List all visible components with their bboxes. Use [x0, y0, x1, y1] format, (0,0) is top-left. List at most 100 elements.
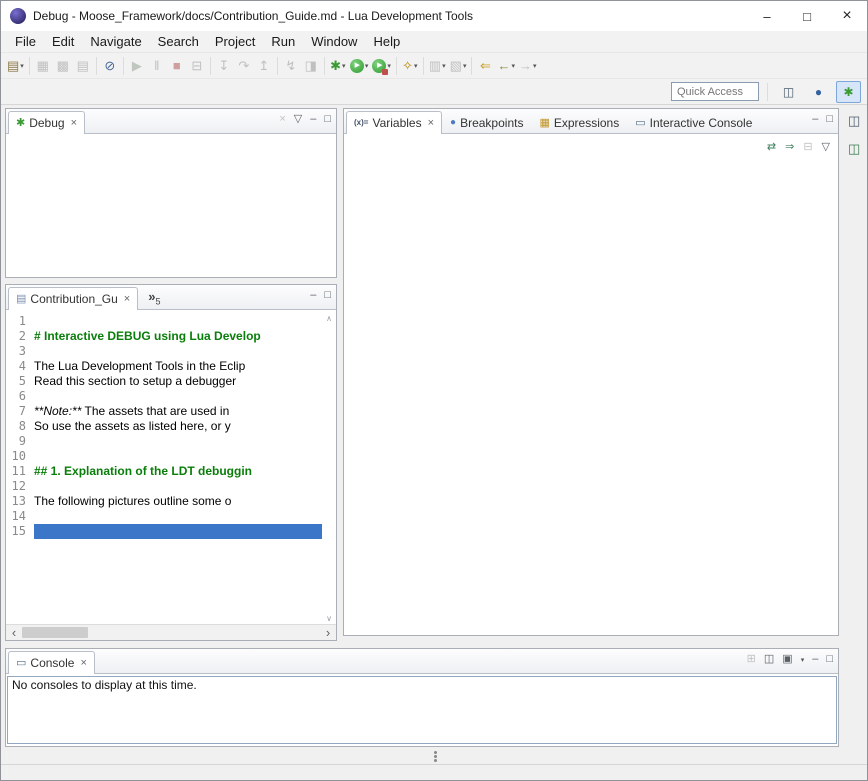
- scroll-right-icon[interactable]: ›: [320, 626, 336, 640]
- menu-help[interactable]: Help: [365, 32, 408, 51]
- editor-line[interactable]: 3: [6, 344, 322, 359]
- tab-expressions[interactable]: ▦ Expressions: [531, 111, 627, 134]
- minimize-icon[interactable]: –: [812, 654, 818, 665]
- tab-contribution-guide[interactable]: ▤ Contribution_Gu ×: [8, 287, 138, 310]
- suspend-button[interactable]: ‖: [147, 55, 167, 77]
- menu-run[interactable]: Run: [263, 32, 303, 51]
- line-text[interactable]: [34, 389, 322, 404]
- drop-to-frame-button[interactable]: ↯: [281, 55, 301, 77]
- ldt-perspective-button[interactable]: ●: [806, 81, 831, 103]
- vertical-scrollbar[interactable]: ∧ ∨: [322, 314, 336, 623]
- maximize-icon[interactable]: □: [826, 114, 833, 125]
- line-text[interactable]: The following pictures outline some o: [34, 494, 322, 509]
- menu-edit[interactable]: Edit: [44, 32, 82, 51]
- close-button[interactable]: ×: [827, 1, 867, 31]
- minimize-icon[interactable]: –: [310, 290, 316, 301]
- restore-view-button-1[interactable]: ◫: [842, 111, 864, 131]
- open-console-dropdown-icon[interactable]: ▣: [782, 654, 792, 665]
- step-into-button[interactable]: ↧: [214, 55, 234, 77]
- open-element-button[interactable]: ▧▾: [448, 55, 469, 77]
- scrollbar-thumb[interactable]: [22, 627, 88, 638]
- maximize-icon[interactable]: □: [826, 654, 833, 665]
- open-perspective-button[interactable]: ◫: [776, 81, 801, 103]
- scroll-up-icon[interactable]: ∧: [326, 314, 332, 323]
- maximize-icon[interactable]: □: [324, 290, 331, 301]
- back-button[interactable]: ←▾: [495, 55, 517, 77]
- collapse-all-icon[interactable]: ⊟: [803, 142, 812, 153]
- line-text[interactable]: The Lua Development Tools in the Eclip: [34, 359, 322, 374]
- resume-button[interactable]: ▶: [127, 55, 147, 77]
- skip-all-breakpoints-button[interactable]: ⊘: [100, 55, 120, 77]
- minimize-icon[interactable]: –: [310, 114, 316, 125]
- editor-line[interactable]: 8So use the assets as listed here, or y: [6, 419, 322, 434]
- close-icon[interactable]: ×: [124, 293, 130, 305]
- step-return-button[interactable]: ↥: [254, 55, 274, 77]
- line-text[interactable]: [34, 344, 322, 359]
- tab-interactive-console[interactable]: ▭ Interactive Console: [627, 111, 760, 134]
- editor-line[interactable]: 12: [6, 479, 322, 494]
- console-output[interactable]: No consoles to display at this time.: [7, 676, 837, 744]
- step-over-button[interactable]: ↷: [234, 55, 254, 77]
- line-text[interactable]: Read this section to setup a debugger: [34, 374, 322, 389]
- line-text[interactable]: [34, 449, 322, 464]
- new-lua-file-button[interactable]: ▥▾: [427, 55, 448, 77]
- scroll-down-icon[interactable]: ∨: [326, 614, 332, 623]
- menu-window[interactable]: Window: [303, 32, 365, 51]
- menu-file[interactable]: File: [7, 32, 44, 51]
- editor-line[interactable]: 2# Interactive DEBUG using Lua Develop: [6, 329, 322, 344]
- close-icon[interactable]: ×: [428, 117, 434, 129]
- scroll-left-icon[interactable]: ‹: [6, 626, 22, 640]
- close-icon[interactable]: ×: [71, 117, 77, 129]
- horizontal-scrollbar[interactable]: ‹ ›: [6, 624, 336, 640]
- chevron-down-icon[interactable]: ▾: [801, 656, 805, 664]
- use-step-filters-button[interactable]: ◨: [301, 55, 321, 77]
- editor-line[interactable]: 9: [6, 434, 322, 449]
- save-all-button[interactable]: ▩: [53, 55, 73, 77]
- editor-line[interactable]: 14: [6, 509, 322, 524]
- tab-debug[interactable]: ✱ Debug ×: [8, 111, 85, 134]
- line-text[interactable]: [34, 524, 322, 539]
- tab-variables[interactable]: (x)= Variables ×: [346, 111, 442, 134]
- minimize-icon[interactable]: –: [812, 114, 818, 125]
- tab-breakpoints[interactable]: ● Breakpoints: [442, 111, 531, 134]
- sash-grip-icon[interactable]: [434, 751, 437, 754]
- external-tools-button[interactable]: ▶▾: [370, 55, 393, 77]
- quick-access-input[interactable]: [671, 82, 759, 101]
- display-selected-console-icon[interactable]: ◫: [764, 654, 774, 665]
- line-text[interactable]: **Note:** The assets that are used in: [34, 404, 322, 419]
- line-text[interactable]: # Interactive DEBUG using Lua Develop: [34, 329, 322, 344]
- editor-line[interactable]: 11## 1. Explanation of the LDT debuggin: [6, 464, 322, 479]
- maximize-icon[interactable]: □: [324, 114, 331, 125]
- editor-text-area[interactable]: 12# Interactive DEBUG using Lua Develop3…: [6, 314, 322, 623]
- view-menu-icon[interactable]: ▽: [822, 142, 830, 153]
- debug-button[interactable]: ✱▾: [328, 55, 348, 77]
- editor-line[interactable]: 7**Note:** The assets that are used in: [6, 404, 322, 419]
- editor-line[interactable]: 4The Lua Development Tools in the Eclip: [6, 359, 322, 374]
- editor-line[interactable]: 13The following pictures outline some o: [6, 494, 322, 509]
- line-text[interactable]: [34, 509, 322, 524]
- line-text[interactable]: [34, 479, 322, 494]
- print-button[interactable]: ▤: [73, 55, 93, 77]
- menu-search[interactable]: Search: [150, 32, 207, 51]
- show-logical-structure-icon[interactable]: ⇒: [785, 142, 794, 153]
- scrollbar-track[interactable]: [22, 625, 320, 640]
- disconnect-button[interactable]: ⊟: [187, 55, 207, 77]
- editor-line[interactable]: 15: [6, 524, 322, 539]
- open-search-button[interactable]: ✧▾: [400, 55, 420, 77]
- last-edit-location-button[interactable]: ⇐: [475, 55, 495, 77]
- maximize-button[interactable]: □: [787, 1, 827, 31]
- editor-line[interactable]: 6: [6, 389, 322, 404]
- show-type-names-icon[interactable]: ⇄: [767, 142, 776, 153]
- close-icon[interactable]: ×: [80, 657, 86, 669]
- new-wizard-button[interactable]: ▤▾: [5, 55, 26, 77]
- minimize-button[interactable]: –: [747, 1, 787, 31]
- editor-line[interactable]: 1: [6, 314, 322, 329]
- editor-tab-overflow[interactable]: »5: [148, 289, 160, 307]
- terminate-button[interactable]: ■: [167, 55, 187, 77]
- editor-line[interactable]: 10: [6, 449, 322, 464]
- save-button[interactable]: ▦: [33, 55, 53, 77]
- variables-tree-area[interactable]: [344, 159, 838, 635]
- run-button[interactable]: ▶▾: [348, 55, 371, 77]
- debug-perspective-button[interactable]: ✱: [836, 81, 861, 103]
- tab-console[interactable]: ▭ Console ×: [8, 651, 95, 674]
